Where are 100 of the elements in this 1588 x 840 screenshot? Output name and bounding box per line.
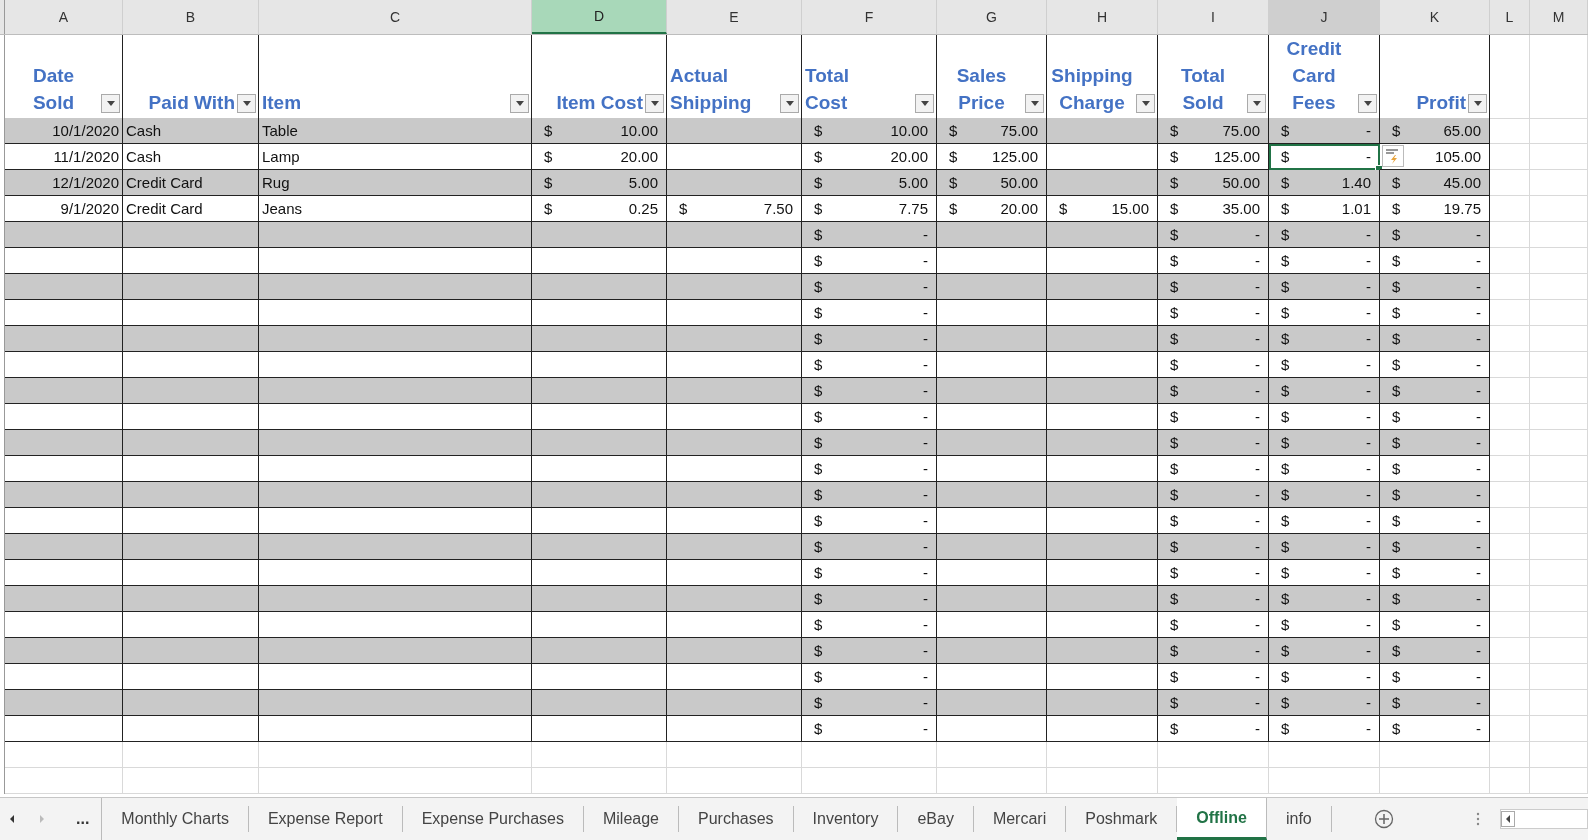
currency-symbol: $: [1392, 615, 1401, 635]
cell-value: -: [1366, 537, 1371, 557]
sheet-tab[interactable]: Expense Purchases: [402, 806, 584, 832]
table-cell: [1530, 638, 1588, 664]
cell-value: -: [1366, 147, 1371, 167]
currency-symbol: $: [814, 225, 823, 245]
column-letter[interactable]: J: [1269, 0, 1380, 34]
table-cell: [1490, 690, 1530, 716]
cell-value: -: [1255, 641, 1260, 661]
caret-icon: [1252, 101, 1261, 106]
sheet-tab[interactable]: Inventory: [793, 806, 899, 832]
cell-value: 10.00: [890, 121, 928, 141]
currency-symbol: $: [1170, 381, 1179, 401]
column-letter[interactable]: H: [1047, 0, 1158, 34]
currency-symbol: $: [1281, 147, 1290, 167]
table-cell: [1530, 430, 1588, 456]
table-cell: [1490, 222, 1530, 248]
currency-symbol: $: [814, 485, 823, 505]
cell-value: -: [1366, 459, 1371, 479]
filter-button[interactable]: [1358, 94, 1377, 113]
sheet-tab[interactable]: Mileage: [584, 806, 679, 832]
column-letter[interactable]: F: [802, 0, 937, 34]
caret-icon: [1363, 101, 1372, 106]
currency-symbol: $: [1392, 199, 1401, 219]
cell-value: -: [1255, 433, 1260, 453]
filter-button[interactable]: [510, 94, 529, 113]
currency-symbol: $: [814, 277, 823, 297]
column-letter[interactable]: M: [1530, 0, 1588, 34]
filter-button[interactable]: [101, 94, 120, 113]
cell-value: -: [1366, 719, 1371, 739]
cell-value: -: [1476, 407, 1481, 427]
column-letter[interactable]: K: [1380, 0, 1490, 34]
cell-value: -: [923, 251, 928, 271]
currency-symbol: $: [1392, 511, 1401, 531]
currency-symbol: $: [814, 303, 823, 323]
column-header: Item: [262, 91, 303, 115]
cell-value: -: [923, 511, 928, 531]
sheet-tab[interactable]: Offline: [1177, 798, 1267, 840]
cell-value: 20.00: [1000, 199, 1038, 219]
table-cell: [1530, 248, 1588, 274]
sheet-tab[interactable]: Purchases: [679, 806, 794, 832]
table-cell: [1530, 222, 1588, 248]
splitter-handle-icon[interactable]: [1475, 812, 1480, 826]
cell-value: 7.50: [763, 199, 793, 219]
currency-symbol: $: [814, 641, 823, 661]
cell-value: -: [923, 537, 928, 557]
column-letter[interactable]: E: [667, 0, 802, 34]
table-cell: [1490, 196, 1530, 222]
filter-button[interactable]: [1136, 94, 1155, 113]
more-sheets-button[interactable]: ...: [76, 810, 90, 828]
currency-symbol: $: [1170, 589, 1179, 609]
caret-icon: [650, 101, 659, 106]
currency-symbol: $: [814, 433, 823, 453]
sheet-tab[interactable]: Monthly Charts: [102, 806, 249, 832]
filter-button[interactable]: [915, 94, 934, 113]
table-cell: [1530, 456, 1588, 482]
column-letter[interactable]: B: [123, 0, 259, 34]
column-letter[interactable]: D: [532, 0, 667, 34]
currency-symbol: $: [1281, 277, 1290, 297]
currency-symbol: $: [814, 381, 823, 401]
filter-button[interactable]: [780, 94, 799, 113]
currency-symbol: $: [1170, 563, 1179, 583]
cell-value: -: [923, 381, 928, 401]
filter-button[interactable]: [1025, 94, 1044, 113]
cell-value: -: [923, 303, 928, 323]
sheet-tab[interactable]: eBay: [898, 806, 974, 832]
cell-value: -: [1255, 511, 1260, 531]
currency-symbol: $: [1281, 719, 1290, 739]
filter-button[interactable]: [237, 94, 256, 113]
column-letter[interactable]: A: [5, 0, 123, 34]
table-cell: [1490, 560, 1530, 586]
filter-button[interactable]: [1468, 94, 1487, 113]
cell-value: -: [1476, 615, 1481, 635]
filter-button[interactable]: [1247, 94, 1266, 113]
currency-symbol: $: [814, 355, 823, 375]
currency-symbol: $: [1392, 225, 1401, 245]
table-cell: [1530, 300, 1588, 326]
cell-value: -: [1255, 277, 1260, 297]
column-letter[interactable]: G: [937, 0, 1047, 34]
table-cell: [1530, 534, 1588, 560]
currency-symbol: $: [814, 251, 823, 271]
scroll-left-icon[interactable]: [8, 814, 16, 824]
cell-value: -: [1255, 381, 1260, 401]
currency-symbol: $: [544, 173, 553, 193]
currency-symbol: $: [1281, 173, 1290, 193]
sheet-tab[interactable]: info: [1266, 806, 1332, 832]
column-letter[interactable]: L: [1490, 0, 1530, 34]
table-cell: [1490, 456, 1530, 482]
sheet-tab[interactable]: Mercari: [973, 806, 1067, 832]
filter-button[interactable]: [645, 94, 664, 113]
horizontal-scrollbar[interactable]: [1499, 809, 1588, 829]
table-cell: [1530, 612, 1588, 638]
table-cell: Credit Card: [123, 170, 259, 196]
add-sheet-icon[interactable]: [1373, 809, 1394, 829]
table-cell: [1530, 274, 1588, 300]
currency-symbol: $: [1392, 537, 1401, 557]
sheet-tab[interactable]: Expense Report: [248, 806, 403, 832]
currency-symbol: $: [814, 537, 823, 557]
caret-icon: [1473, 101, 1482, 106]
currency-symbol: $: [1281, 537, 1290, 557]
